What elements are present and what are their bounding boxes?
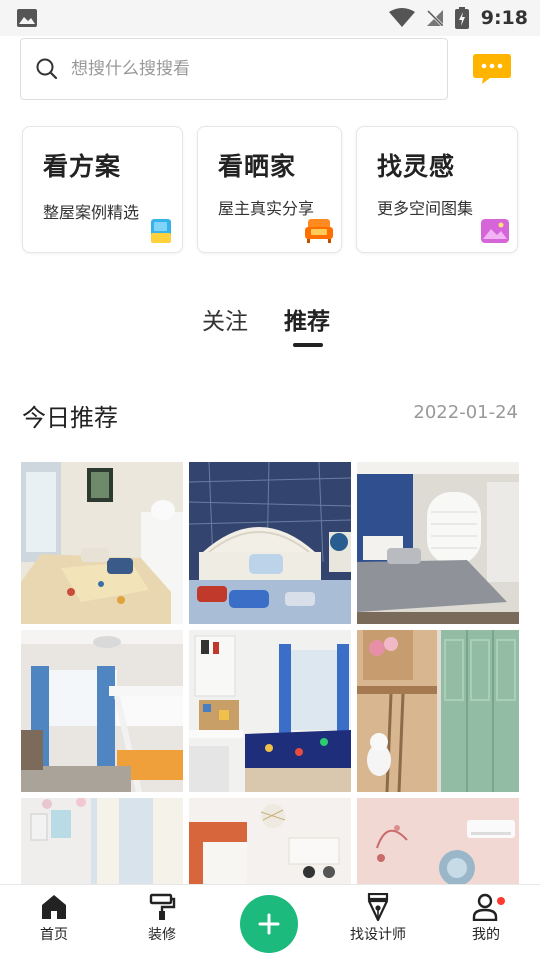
card-subtitle: 更多空间图集 (377, 199, 474, 218)
image-notification-icon (17, 9, 37, 27)
card-subtitle: 屋主真实分享 (218, 199, 315, 218)
paint-roller-icon (149, 893, 176, 920)
photo-grid (21, 462, 519, 892)
card-title: 看方案 (43, 152, 122, 181)
section-date: 2022-01-24 (413, 402, 518, 423)
tab-indicator (293, 343, 323, 347)
photo-tile[interactable] (21, 630, 183, 792)
search-bar (20, 38, 520, 100)
chat-bubble-icon[interactable] (472, 52, 512, 86)
search-input[interactable] (71, 59, 411, 79)
nav-find-designer[interactable]: 找设计师 (338, 893, 418, 957)
nav-label: 装修 (148, 927, 176, 943)
card-homes[interactable]: 看晒家 屋主真实分享 (197, 126, 342, 253)
photo-tile[interactable] (189, 798, 351, 892)
nav-label: 找设计师 (350, 927, 406, 943)
status-time: 9:18 (480, 7, 528, 29)
tab-recommend[interactable]: 推荐 (284, 302, 330, 336)
card-subtitle: 整屋案例精选 (43, 203, 140, 222)
home-icon (42, 895, 66, 919)
card-plans[interactable]: 看方案 整屋案例精选 (22, 126, 183, 253)
tab-follow[interactable]: 关注 (202, 302, 248, 336)
search-icon (36, 58, 58, 80)
sofa-icon (305, 219, 333, 243)
wifi-icon (388, 8, 415, 27)
search-box[interactable] (20, 38, 448, 100)
nav-label: 首页 (40, 927, 68, 943)
entry-cards: 看方案 整屋案例精选 看晒家 屋主真实分享 找灵感 更多空间图集 (22, 126, 518, 254)
photo-tile[interactable] (357, 798, 519, 892)
battery-charging-icon (454, 7, 469, 29)
add-button[interactable] (240, 895, 298, 953)
section-title: 今日推荐 (22, 404, 118, 432)
photo-tile[interactable] (189, 630, 351, 792)
no-signal-icon (426, 9, 443, 27)
photo-tile[interactable] (357, 630, 519, 792)
photo-tile[interactable] (21, 798, 183, 892)
card-title: 找灵感 (377, 152, 456, 181)
photo-tile[interactable] (21, 462, 183, 624)
nav-mine[interactable]: 我的 (446, 893, 526, 957)
card-inspiration[interactable]: 找灵感 更多空间图集 (356, 126, 518, 253)
user-icon (472, 893, 498, 921)
status-bar: 9:18 (0, 0, 540, 36)
notebook-icon (151, 219, 171, 243)
photo-tile[interactable] (189, 462, 351, 624)
gallery-icon (481, 219, 509, 243)
nav-label: 我的 (472, 927, 500, 943)
bottom-nav: 首页 装修 找设计师 我的 (0, 884, 540, 960)
pen-nib-icon (367, 893, 389, 921)
notification-dot (497, 897, 505, 905)
photo-tile[interactable] (357, 462, 519, 624)
nav-home[interactable]: 首页 (14, 893, 94, 957)
plus-icon (258, 913, 280, 935)
nav-decorate[interactable]: 装修 (122, 893, 202, 957)
feed-tabs: 关注 推荐 (0, 298, 540, 352)
card-title: 看晒家 (218, 152, 297, 181)
